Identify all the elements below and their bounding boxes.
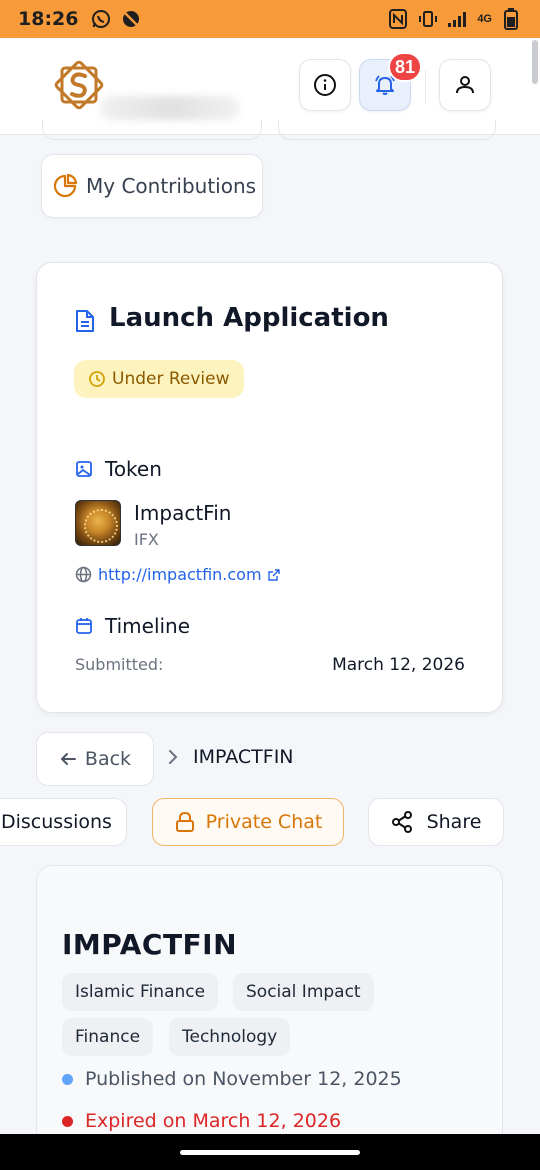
discussions-button[interactable]: Discussions [0, 798, 127, 846]
submitted-label: Submitted: [75, 655, 164, 674]
pie-chart-icon [53, 173, 78, 198]
tag-item[interactable]: Finance [62, 1018, 154, 1056]
token-symbol: IFX [134, 530, 159, 549]
image-icon [76, 461, 92, 477]
expired-line: Expired on March 12, 2026 [62, 1110, 341, 1132]
vibrate-icon [417, 8, 439, 30]
status-badge-label: Under Review [112, 369, 230, 389]
signal-icon [447, 8, 469, 30]
lock-icon [175, 811, 194, 832]
profile-button[interactable] [439, 59, 491, 111]
published-text: Published on November 12, 2025 [85, 1068, 402, 1090]
nfc-icon [387, 8, 409, 30]
my-contributions-label: My Contributions [86, 174, 257, 198]
whatsapp-icon [90, 8, 112, 30]
home-gesture-handle[interactable] [180, 1150, 360, 1155]
token-heading: Token [105, 457, 162, 481]
launch-application-card: Launch Application Under Review Token Im… [36, 262, 503, 713]
info-icon [314, 74, 336, 96]
published-dot [62, 1073, 73, 1085]
timeline-heading: Timeline [105, 614, 191, 638]
status-bar: 18:26 4G [0, 0, 540, 38]
breadcrumb-current[interactable]: IMPACTFIN [193, 746, 294, 768]
project-card: IMPACTFIN Islamic Finance Social Impact … [36, 865, 503, 1170]
timeline-section-heading: Timeline [75, 614, 190, 638]
document-icon [75, 309, 95, 338]
project-name: IMPACTFIN [62, 928, 238, 961]
submitted-date: March 12, 2026 [332, 655, 465, 675]
share-button[interactable]: Share [368, 798, 504, 846]
discussions-label: Discussions [1, 811, 112, 833]
status-badge: Under Review [74, 360, 244, 398]
published-line: Published on November 12, 2025 [62, 1068, 402, 1090]
tag-item[interactable]: Islamic Finance [62, 973, 219, 1011]
tag-item[interactable]: Technology [169, 1018, 291, 1056]
info-button[interactable] [299, 59, 351, 111]
calendar-icon [76, 618, 92, 634]
system-nav-bar [0, 1134, 540, 1170]
token-section-heading: Token [75, 457, 162, 481]
status-time: 18:26 [18, 8, 79, 30]
arrow-left-icon [60, 753, 76, 765]
clock-icon [89, 371, 105, 387]
notification-badge: 81 [388, 52, 423, 82]
share-icon [391, 811, 412, 833]
expired-dot [62, 1115, 73, 1127]
back-label: Back [84, 748, 132, 770]
scrollbar[interactable] [532, 40, 538, 84]
battery-icon [500, 8, 522, 30]
app-logo[interactable] [52, 58, 106, 112]
token-logo [75, 500, 121, 546]
header-divider [425, 70, 426, 104]
application-title: Launch Application [109, 303, 389, 333]
partial-tile-left [42, 120, 262, 140]
user-icon [456, 76, 474, 94]
share-label: Share [426, 811, 482, 833]
external-link-icon [267, 568, 280, 581]
blurred-title [100, 96, 240, 120]
token-url: http://impactfin.com [98, 565, 262, 584]
chevron-right-icon [169, 750, 178, 764]
private-chat-button[interactable]: Private Chat [152, 798, 344, 846]
do-not-disturb-icon [120, 8, 142, 30]
globe-icon [75, 566, 92, 583]
partial-tile-right [278, 120, 496, 140]
private-chat-label: Private Chat [205, 811, 323, 833]
token-website-link[interactable]: http://impactfin.com [75, 565, 280, 584]
expired-text: Expired on March 12, 2026 [85, 1110, 342, 1132]
my-contributions-button[interactable]: My Contributions [41, 154, 263, 218]
token-name: ImpactFin [134, 501, 232, 525]
tag-item[interactable]: Social Impact [233, 973, 374, 1011]
back-button[interactable]: Back [36, 732, 154, 786]
network-type: 4G [477, 13, 492, 25]
